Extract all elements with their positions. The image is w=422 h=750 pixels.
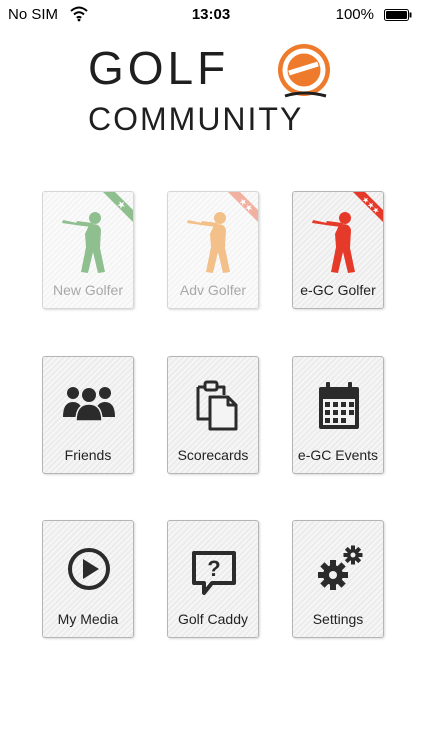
three-star-ribbon: ★★★ (353, 192, 383, 222)
gears-icon (318, 545, 363, 590)
calendar-icon (319, 382, 359, 429)
egc-events-button[interactable]: e-GC Events (292, 356, 384, 474)
adv-golfer-button[interactable]: ★★ Adv Golfer (167, 191, 259, 309)
help-bubble-icon: ? (192, 551, 236, 595)
golf-caddy-button[interactable]: ? Golf Caddy (167, 520, 259, 638)
logo-text-golf: GOLF (88, 42, 229, 94)
new-golfer-label: New Golfer (52, 282, 124, 298)
egc-golfer-button[interactable]: ★★★ e-GC Golfer (292, 191, 384, 309)
scorecards-button[interactable]: Scorecards (167, 356, 259, 474)
settings-label: Settings (312, 611, 364, 627)
friends-button[interactable]: Friends (42, 356, 134, 474)
adv-golfer-label: Adv Golfer (179, 282, 247, 298)
play-icon (68, 548, 110, 590)
logo-e-badge (278, 44, 330, 98)
new-golfer-button[interactable]: ★ New Golfer (42, 191, 134, 309)
golf-community-logo: GOLF COMMUNITY (88, 42, 330, 136)
golf-caddy-label: Golf Caddy (177, 611, 249, 627)
my-media-button[interactable]: My Media (42, 520, 134, 638)
one-star-ribbon: ★ (103, 192, 133, 222)
status-bar: No SIM 13:03 100% (0, 0, 422, 30)
two-star-ribbon: ★★ (228, 192, 258, 222)
friends-label: Friends (64, 447, 112, 463)
logo-text-community: COMMUNITY (88, 101, 303, 136)
scorecards-label: Scorecards (177, 447, 249, 463)
svg-text:★★★: ★★★ (360, 194, 382, 216)
settings-button[interactable]: Settings (292, 520, 384, 638)
svg-text:?: ? (207, 556, 220, 581)
group-icon (63, 387, 115, 422)
clipboard-icon (196, 380, 238, 431)
battery-percent: 100% (335, 6, 374, 23)
my-media-label: My Media (57, 611, 119, 627)
battery-icon (384, 9, 412, 21)
egc-golfer-label: e-GC Golfer (300, 282, 376, 298)
egc-events-label: e-GC Events (297, 447, 379, 463)
